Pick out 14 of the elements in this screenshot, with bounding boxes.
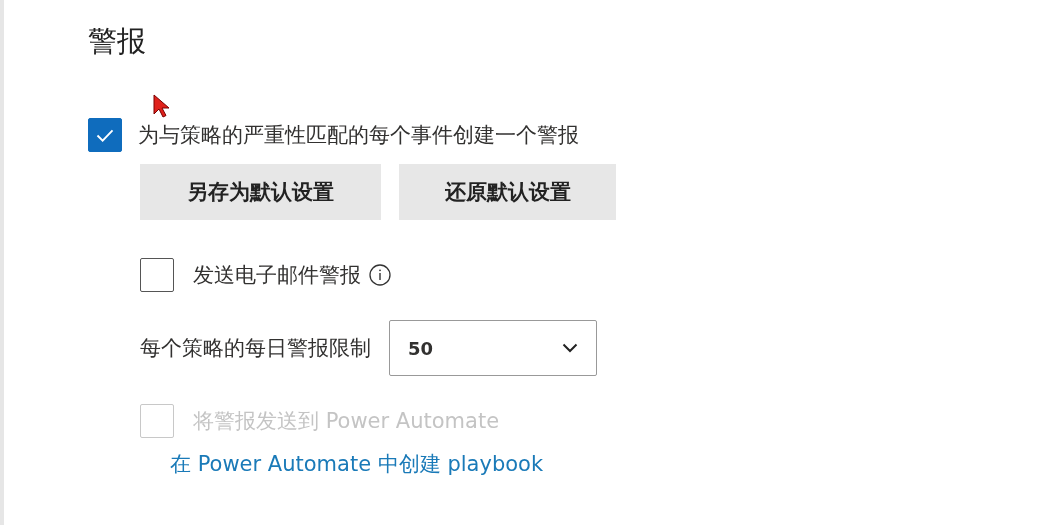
checkbox[interactable] (88, 118, 122, 152)
limit-dropdown[interactable]: 50 (389, 320, 597, 376)
checkbox-label: 发送电子邮件警报 (193, 262, 361, 289)
create-playbook-link[interactable]: 在 Power Automate 中创建 playbook (170, 450, 544, 478)
pointer-icon (153, 94, 169, 118)
section-title: 警报 (88, 23, 147, 60)
checkbox[interactable] (140, 258, 174, 292)
action-button[interactable]: 还原默认设置 (399, 164, 616, 220)
field-label: 每个策略的每日警报限制 (140, 335, 371, 362)
checkbox-label: 将警报发送到 Power Automate (193, 408, 500, 435)
info-icon[interactable] (369, 264, 391, 286)
chevron-down-icon (562, 343, 578, 353)
checkbox-label: 为与策略的严重性匹配的每个事件创建一个警报 (138, 122, 579, 149)
action-button[interactable]: 另存为默认设置 (140, 164, 381, 220)
